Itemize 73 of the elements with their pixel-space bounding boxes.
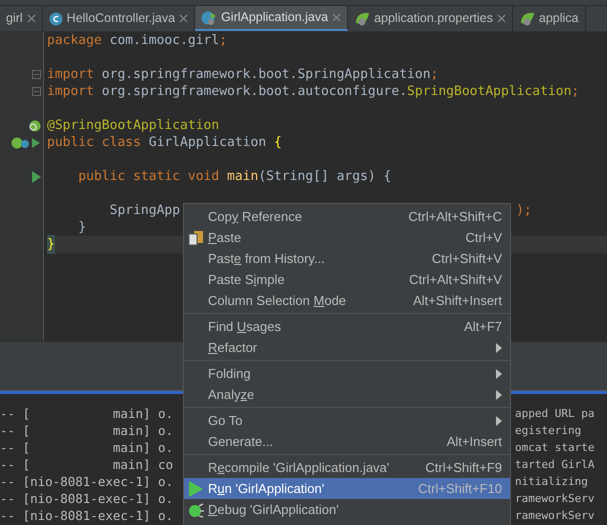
menu-item[interactable]: Analyze [184,384,510,405]
code-text: ; [430,66,438,84]
code-text: import [47,82,95,101]
editor-tab[interactable]: GirlApplication.java [195,6,348,31]
bug-icon [188,502,204,518]
code-text: ; [219,32,228,50]
run-icon[interactable] [11,136,41,150]
code-text: org.springframework.boot.SpringApplication [102,66,431,84]
log-text: -- [nio-8081-exec-1] o. [0,473,174,492]
menu-item[interactable]: Recompile 'GirlApplication.java' Ctrl+Shift+F9 [184,457,510,478]
code-text: import [47,66,95,84]
code-text: ); [516,202,532,220]
log-text: tarted GirlA [515,457,594,474]
menu-item[interactable]: Folding [184,363,510,384]
log-text: nitializing [515,474,588,490]
log-text: omcat starte [515,440,594,456]
menu-item[interactable]: Run 'GirlApplication' Ctrl+Shift+F10 [184,478,510,499]
close-icon[interactable] [26,14,36,23]
submenu-arrow-icon [496,368,502,378]
run-icon[interactable] [32,170,41,182]
menu-item[interactable]: Debug 'GirlApplication' [184,499,510,520]
submenu-arrow-icon [496,390,502,400]
code-text: SpringBootApplication [407,82,572,101]
editor-tab[interactable]: applica [512,6,586,31]
close-icon[interactable] [496,14,506,23]
code-text: main [227,168,258,186]
code-text: public class [47,134,142,152]
log-text: -- [ main] o. [0,422,174,440]
class-icon [201,10,218,26]
code-text: package [47,32,103,50]
log-text: apped URL pa [515,406,594,422]
menu-item[interactable]: Paste from History... Ctrl+Shift+V [184,248,510,269]
log-text: rameworkServ [515,508,594,524]
clipboard-icon [188,230,204,246]
menu-item[interactable]: Go To [184,410,510,431]
leaf-icon [354,10,370,26]
code-text: org.springframework.boot.autoconfigure. [102,82,408,101]
menu-item[interactable]: Generate... Alt+Insert [184,431,510,452]
code-text: public static void [77,168,220,186]
menu-item[interactable]: Paste Simple Ctrl+Alt+Shift+V [184,269,510,290]
leaf-icon [518,10,535,26]
menu-item[interactable]: Refactor [184,337,510,358]
code-text: GirlApplication [148,134,268,152]
log-text: -- [nio-8081-exec-1] o. [0,490,174,508]
log-text: egistering [515,423,582,440]
submenu-arrow-icon [496,416,502,426]
editor-tab[interactable]: girl [0,6,43,31]
code-text: } [47,234,55,254]
close-icon[interactable] [332,13,342,22]
code-text: ; [571,82,580,101]
code-text: { [274,134,282,152]
log-text: -- [ main] o. [0,439,174,458]
class-icon [48,12,63,26]
bean-icon [27,118,41,132]
code-text: SpringApp [108,202,180,220]
menu-item[interactable]: Column Selection Mode Alt+Shift+Insert [184,290,510,311]
code-text: } [77,218,86,237]
log-text: -- [ main] co [0,456,174,474]
submenu-arrow-icon [496,342,502,352]
fold-icon[interactable] [32,87,41,96]
fold-icon[interactable] [32,70,41,79]
menu-item[interactable]: Paste Ctrl+V [184,227,510,248]
editor-tab[interactable]: application.properties [348,6,513,31]
code-text: @SpringBootApplication [47,116,220,135]
run-icon [189,480,203,496]
log-text: rameworkServ [515,491,594,508]
log-text: -- [nio-8081-exec-1] o. [0,507,174,525]
menu-item[interactable]: Copy Reference Ctrl+Alt+Shift+C [184,206,510,227]
close-icon[interactable] [179,14,188,23]
menu-item[interactable]: Find Usages Alt+F7 [184,316,510,337]
code-text: (String[] args) { [258,168,392,186]
log-text: -- [ main] o. [0,405,174,424]
code-text: com.imooc.girl [110,32,220,50]
